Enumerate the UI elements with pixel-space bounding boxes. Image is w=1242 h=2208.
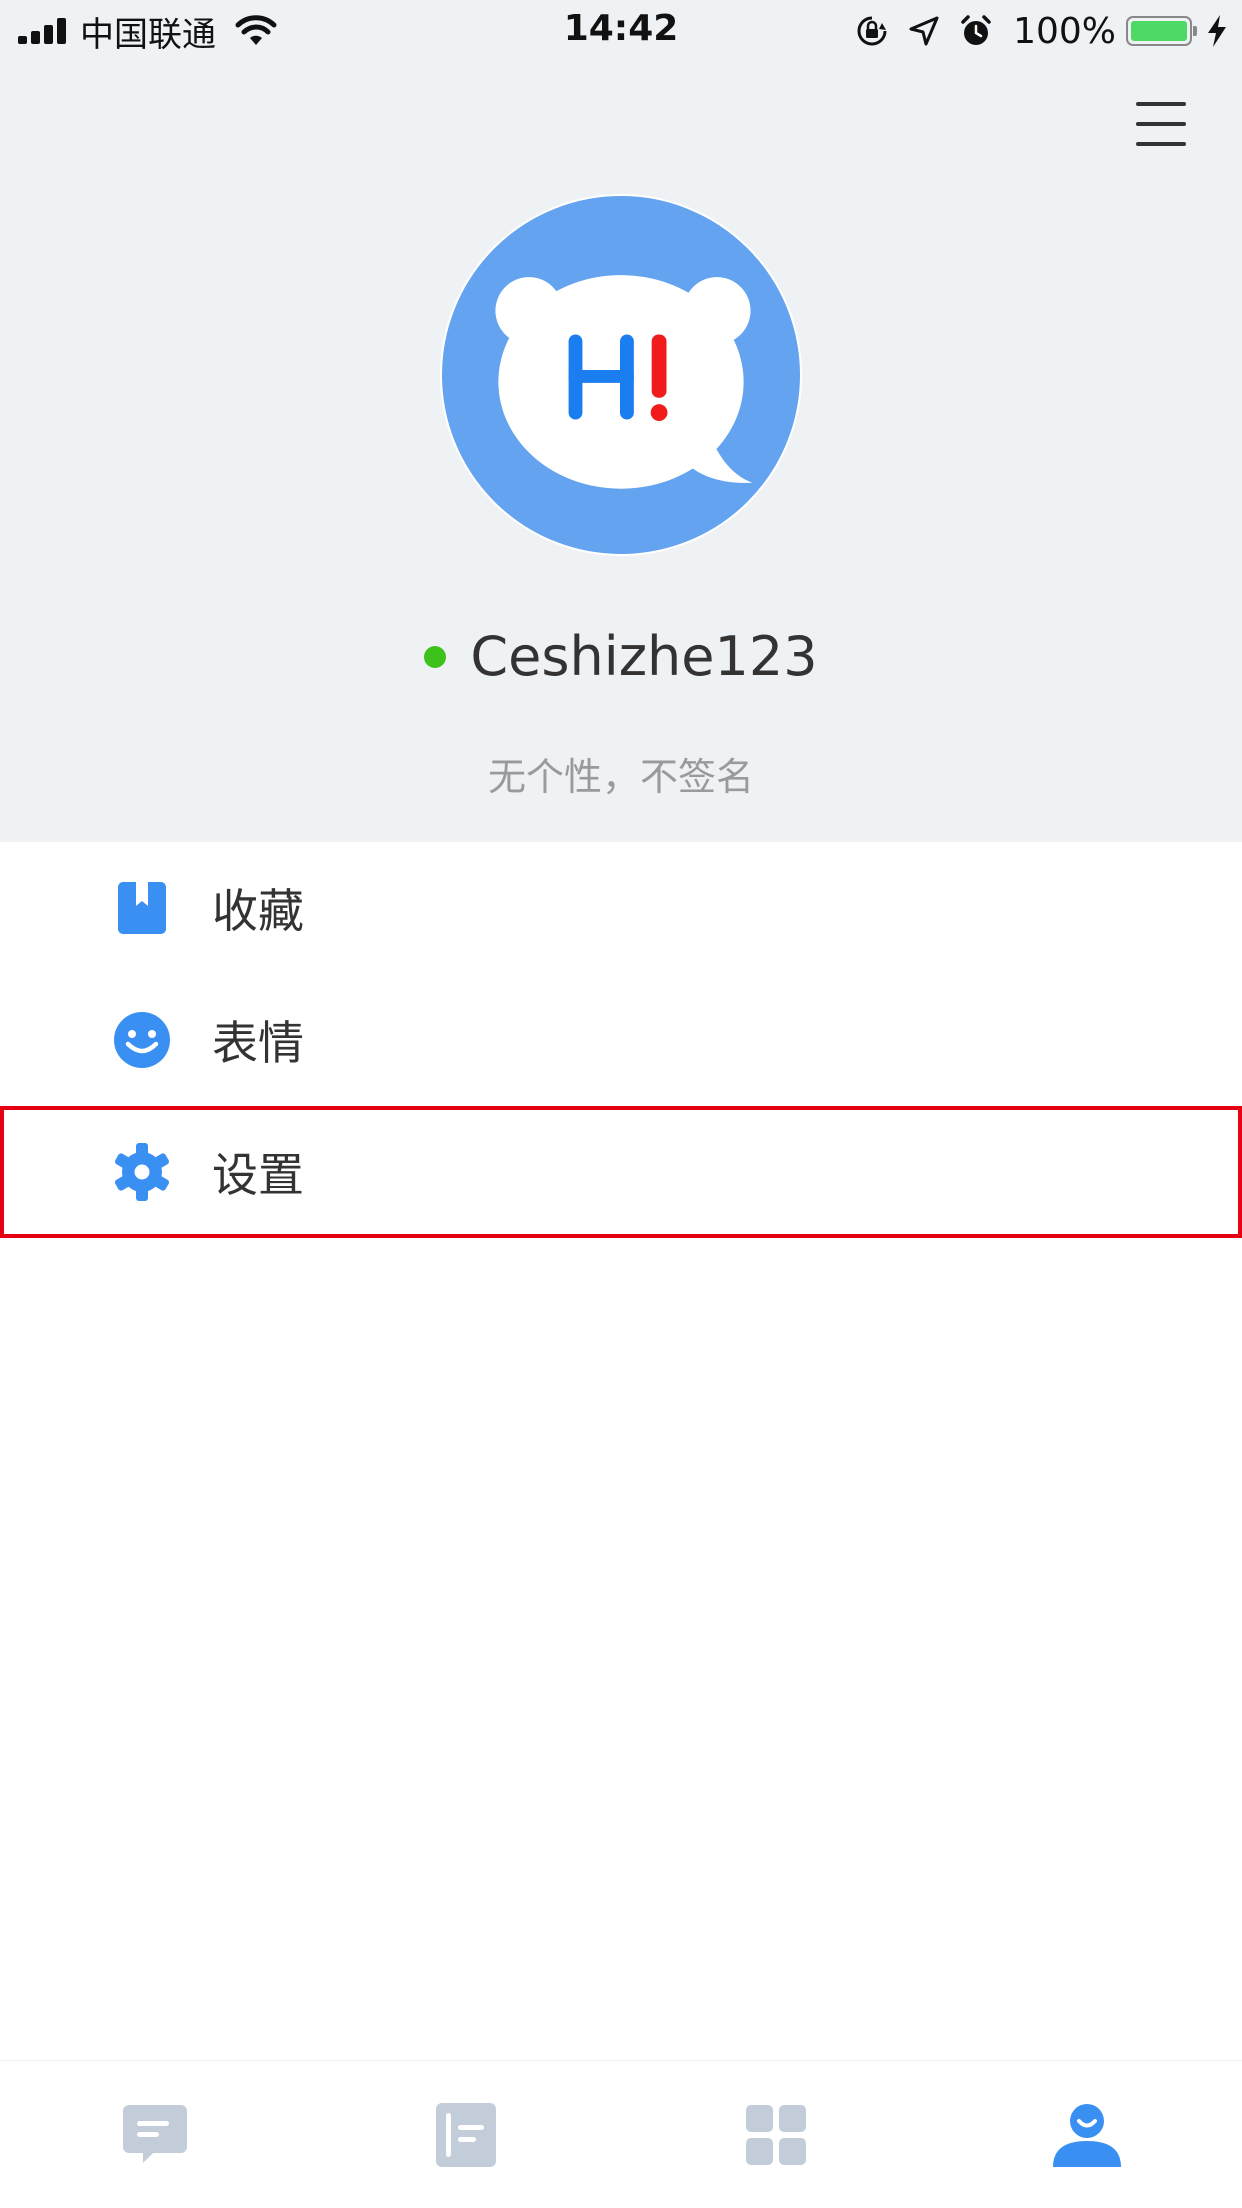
menu-item-favorites[interactable]: 收藏 [0,842,1242,974]
bear-logo-icon [495,275,753,489]
charging-icon [1208,15,1226,47]
status-bar: 中国联通 14:42 100% [0,0,1242,62]
tab-messages[interactable] [0,2061,311,2208]
user-signature: 无个性，不签名 [487,755,754,799]
profile-icon [1052,2103,1121,2167]
tab-contacts[interactable] [311,2061,622,2208]
alarm-icon [961,15,991,45]
user-row: Ceshizhe123 [0,622,1242,692]
status-right: 100% [837,10,1228,52]
profile-header: H ! Ceshizhe123 无个性，不签名 [0,62,1242,842]
username: Ceshizhe123 [470,625,818,688]
online-status-dot [424,646,447,668]
tab-profile[interactable] [932,2061,1242,2208]
chat-icon [123,2104,188,2163]
menu-item-label: 收藏 [212,884,304,938]
location-icon [909,16,939,46]
battery-icon [1126,16,1197,46]
menu-item-settings[interactable]: 设置 [0,1106,1242,1238]
menu-item-label: 表情 [212,1016,304,1070]
menu-item-stickers[interactable]: 表情 [0,974,1242,1106]
orientation-lock-icon [857,16,887,46]
gear-icon [114,1143,170,1201]
tab-bar [0,2060,1242,2208]
battery-fill [1131,21,1187,41]
battery-percent: 100% [1013,10,1116,52]
smiley-icon [114,1012,170,1068]
avatar[interactable]: H ! [440,194,802,556]
apps-grid-icon [746,2104,807,2165]
menu-item-label: 设置 [212,1148,304,1202]
tab-apps[interactable] [621,2061,932,2208]
menu-list: 收藏 表情 设置 [0,842,1242,1238]
bookmark-icon [118,882,166,934]
contacts-icon [435,2102,496,2167]
hamburger-menu-icon[interactable] [1136,102,1186,146]
